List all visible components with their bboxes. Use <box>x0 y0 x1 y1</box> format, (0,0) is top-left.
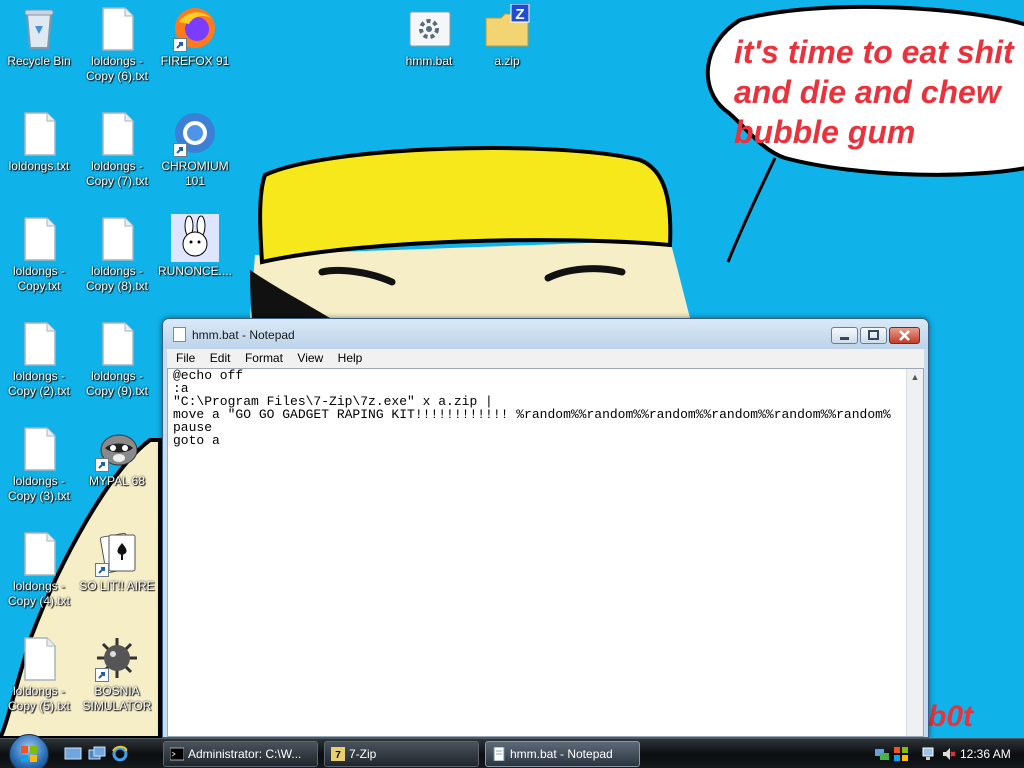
desktop-icon-chromium[interactable]: CHROMIUM 101 <box>156 109 234 189</box>
cmd-icon <box>170 747 184 761</box>
network-icon[interactable] <box>874 746 890 762</box>
menu-edit[interactable]: Edit <box>205 349 236 368</box>
close-button[interactable] <box>889 327 920 344</box>
internet-explorer-icon[interactable] <box>111 745 129 762</box>
network-status-icon[interactable] <box>922 746 938 762</box>
desktop-icon-loldongs-copy-8[interactable]: loldongs - Copy (8).txt <box>78 214 156 294</box>
svg-text:Z: Z <box>515 6 524 23</box>
volume-muted-icon[interactable] <box>941 746 957 762</box>
vertical-scrollbar[interactable]: ▲ <box>906 369 923 736</box>
notepad-titlebar[interactable]: hmm.bat - Notepad <box>163 319 928 349</box>
svg-text:7: 7 <box>335 750 341 761</box>
menu-view[interactable]: View <box>292 349 328 368</box>
shortcut-arrow-icon <box>95 563 109 577</box>
window-title: hmm.bat - Notepad <box>192 328 295 342</box>
menu-help[interactable]: Help <box>333 349 368 368</box>
minesweeper-icon <box>93 634 141 682</box>
switch-windows-icon[interactable] <box>88 745 106 762</box>
menu-bar: File Edit Format View Help <box>167 349 924 368</box>
raccoon-icon <box>93 424 141 472</box>
maximize-icon <box>868 330 879 340</box>
speech-bubble-tail <box>726 157 777 263</box>
batch-file-icon <box>405 4 453 52</box>
security-icon[interactable] <box>893 746 909 762</box>
chromium-icon <box>171 109 219 157</box>
minimize-button[interactable] <box>831 327 858 344</box>
text-file-icon <box>93 4 141 52</box>
wallpaper-signature: b0t <box>928 700 973 733</box>
desktop-icon-mypal[interactable]: MYPAL 68 <box>78 424 156 489</box>
text-file-icon <box>15 529 63 577</box>
text-file-icon <box>15 424 63 472</box>
notepad-text-area[interactable]: @echo off :a "C:\Program Files\7-Zip\7z.… <box>167 368 924 737</box>
text-file-icon <box>15 214 63 262</box>
shortcut-arrow-icon <box>95 458 109 472</box>
text-file-icon <box>15 634 63 682</box>
desktop-icon-loldongs-copy-6[interactable]: loldongs - Copy (6).txt <box>78 4 156 84</box>
desktop-icon-loldongs-copy-9[interactable]: loldongs - Copy (9).txt <box>78 319 156 399</box>
desktop-icon-bosnia-simulator[interactable]: BOSNIA SIMULATOR <box>78 634 156 714</box>
menu-format[interactable]: Format <box>240 349 288 368</box>
menu-file[interactable]: File <box>171 349 200 368</box>
desktop-icon-loldongs-copy-5[interactable]: loldongs - Copy (5).txt <box>0 634 78 714</box>
desktop-icon-loldongs-copy-7[interactable]: loldongs - Copy (7).txt <box>78 109 156 189</box>
zip-folder-icon: Z <box>483 3 531 52</box>
desktop-icon-loldongs[interactable]: loldongs.txt <box>0 109 78 174</box>
text-file-icon <box>93 109 141 157</box>
shortcut-arrow-icon <box>95 668 109 682</box>
desktop-icon-recycle-bin[interactable]: Recycle Bin <box>0 4 78 69</box>
desktop[interactable]: it's time to eat shit and die and chew b… <box>0 0 1024 738</box>
task-7zip[interactable]: 7 7-Zip <box>324 741 479 767</box>
desktop-icon-loldongs-copy-4[interactable]: loldongs - Copy (4).txt <box>0 529 78 609</box>
desktop-icon-loldongs-copy[interactable]: loldongs - Copy.txt <box>0 214 78 294</box>
text-file-icon <box>93 214 141 262</box>
scroll-up-icon[interactable]: ▲ <box>907 369 923 386</box>
taskbar-clock[interactable]: 12:36 AM <box>960 739 1011 768</box>
text-file-icon <box>93 319 141 367</box>
firefox-icon <box>171 4 219 52</box>
minimize-icon <box>840 337 849 340</box>
windows-logo-icon <box>21 746 37 762</box>
desktop-icon-runonce[interactable]: RUNONCE.... <box>156 214 234 279</box>
desktop-icon-a-zip[interactable]: Z a.zip <box>468 3 546 69</box>
desktop-icon-firefox[interactable]: FIREFOX 91 <box>156 4 234 69</box>
solitaire-icon <box>93 529 141 577</box>
close-icon <box>899 330 910 341</box>
desktop-icon-hmm-bat[interactable]: hmm.bat <box>390 4 468 69</box>
text-file-icon <box>15 109 63 157</box>
desktop-icon-loldongs-copy-3[interactable]: loldongs - Copy (3).txt <box>0 424 78 504</box>
start-button[interactable] <box>9 734 49 768</box>
notepad-content[interactable]: @echo off :a "C:\Program Files\7-Zip\7z.… <box>173 369 891 447</box>
desktop-icon-solitaire[interactable]: SO LIT!! AIRE <box>78 529 156 594</box>
task-notepad[interactable]: hmm.bat - Notepad <box>485 741 640 767</box>
7zip-icon: 7 <box>331 747 345 761</box>
notepad-window[interactable]: hmm.bat - Notepad File Edit Format View … <box>162 318 929 738</box>
taskbar: Administrator: C:\W... 7 7-Zip hmm.bat -… <box>0 734 1024 768</box>
notepad-icon <box>173 327 186 342</box>
shortcut-arrow-icon <box>173 143 187 157</box>
notepad-icon <box>493 747 505 761</box>
shortcut-arrow-icon <box>173 38 187 52</box>
task-administrator-cmd[interactable]: Administrator: C:\W... <box>163 741 318 767</box>
desktop-icon-loldongs-copy-2[interactable]: loldongs - Copy (2).txt <box>0 319 78 399</box>
bunny-icon <box>171 214 219 262</box>
maximize-button[interactable] <box>860 327 887 344</box>
text-file-icon <box>15 319 63 367</box>
speech-bubble-text: it's time to eat shit and die and chew b… <box>734 34 1014 150</box>
show-desktop-icon[interactable] <box>64 745 82 762</box>
recycle-bin-icon <box>15 4 63 52</box>
